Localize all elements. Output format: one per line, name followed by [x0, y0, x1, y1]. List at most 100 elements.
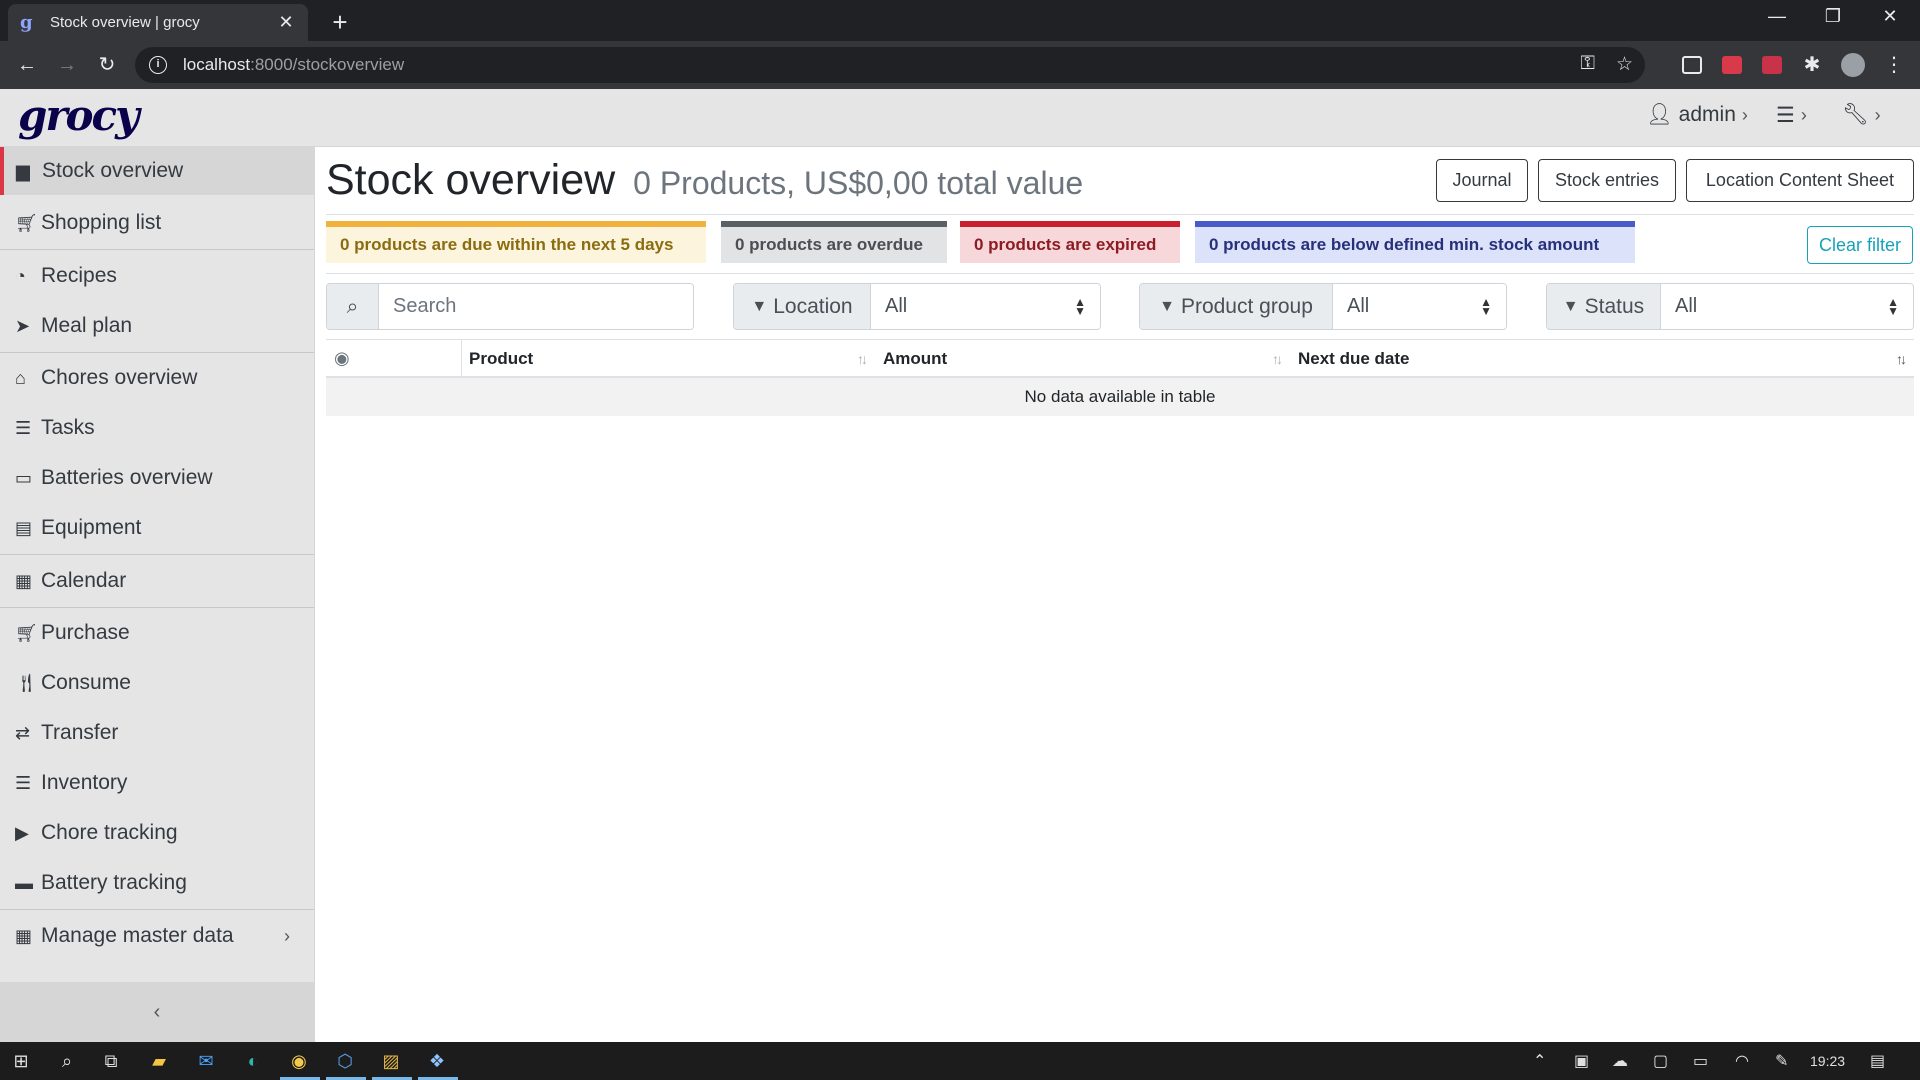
wifi-icon[interactable]: ◠: [1735, 1051, 1749, 1071]
search-group: ⌕: [326, 283, 694, 330]
column-header-product[interactable]: Product ↑↓: [461, 340, 875, 377]
search-input[interactable]: [379, 284, 693, 329]
car-battery-icon: ▬: [15, 872, 33, 893]
sidebar-item-purchase[interactable]: 🛒︎ Purchase: [0, 609, 314, 657]
clock[interactable]: 19:23: [1810, 1053, 1845, 1069]
windows-taskbar: ⊞ ⌕ ⧉ ▰ ✉ ◐ ◉ ⬡ ▨ ❖ ⌃ ▣ ☁ ▢ ▭ ◠ ✎ 19:23 …: [0, 1042, 1920, 1080]
user-menu[interactable]: 👤︎ admin ›: [1646, 103, 1748, 127]
minimize-icon[interactable]: —: [1757, 6, 1797, 27]
restore-icon[interactable]: ❐: [1813, 6, 1853, 27]
column-header-label: Next due date: [1298, 348, 1410, 368]
user-icon: 👤︎: [1646, 103, 1673, 126]
extensions-puzzle-icon[interactable]: ✱: [1798, 51, 1826, 79]
sliders-icon: ☰: [1776, 104, 1795, 127]
cart-plus-icon: 🛒︎: [15, 622, 38, 643]
profile-avatar-icon[interactable]: [1841, 53, 1865, 77]
sidebar-item-shopping-list[interactable]: 🛒︎ Shopping list: [0, 199, 314, 247]
sidebar-item-manage-master-data[interactable]: ▦ Manage master data ›: [0, 912, 314, 960]
tab-close-icon[interactable]: ✕: [276, 12, 296, 33]
box-icon: ▆: [16, 160, 30, 181]
sidebar-item-calendar[interactable]: ▦ Calendar: [0, 557, 314, 605]
exchange-icon: ⇄: [15, 722, 31, 743]
forward-icon[interactable]: →: [53, 51, 81, 79]
sidebar-item-stock-overview[interactable]: ▆ Stock overview: [0, 147, 314, 195]
site-info-icon[interactable]: i: [149, 56, 167, 74]
location-content-sheet-button[interactable]: Location Content Sheet: [1686, 159, 1914, 202]
sidebar-item-label: Chores overview: [41, 366, 198, 389]
sidebar-item-label: Shopping list: [41, 211, 162, 234]
journal-button[interactable]: Journal: [1436, 159, 1528, 202]
battery-icon[interactable]: ▭: [1693, 1051, 1708, 1071]
product-group-select[interactable]: All ▲ ▼: [1333, 284, 1506, 329]
sidebar-item-label: Calendar: [41, 569, 127, 592]
status-select-value: All: [1675, 295, 1698, 317]
sort-icon: ↑↓: [857, 350, 868, 367]
chevron-right-icon: ›: [1741, 104, 1748, 125]
column-visibility-toggle[interactable]: ◉: [326, 340, 461, 377]
3d-box-icon[interactable]: ⬡: [332, 1048, 358, 1074]
browser-toolbar: ← → ↻ i localhost:8000/stockoverview ⚿ ☆…: [0, 41, 1920, 89]
chevron-left-icon: ‹: [153, 1001, 161, 1023]
back-icon[interactable]: ←: [13, 51, 41, 79]
pocket-icon[interactable]: [1762, 56, 1782, 74]
app-bird-icon[interactable]: ❖: [424, 1048, 450, 1074]
mail-icon[interactable]: ✉: [193, 1048, 219, 1074]
search-icon[interactable]: ⌕: [54, 1048, 80, 1074]
browser-tab[interactable]: g Stock overview | grocy ✕: [8, 4, 308, 41]
sidebar-item-recipes[interactable]: ◔ Recipes: [0, 252, 314, 300]
status-select[interactable]: All ▲ ▼: [1661, 284, 1913, 329]
sidebar-item-chores-overview[interactable]: ⌂ Chores overview: [0, 354, 314, 402]
grocy-logo[interactable]: grocy: [18, 91, 139, 140]
column-header-next-due-date[interactable]: Next due date ↑↓: [1290, 340, 1914, 377]
grocy-favicon-icon: g: [20, 11, 33, 33]
tray-expand-icon[interactable]: ⌃: [1533, 1051, 1546, 1071]
settings-menu[interactable]: ☰ ›: [1776, 103, 1807, 128]
window-close-icon[interactable]: ✕: [1870, 6, 1910, 27]
file-explorer-icon[interactable]: ▰: [146, 1048, 172, 1074]
edge-icon[interactable]: ◐: [240, 1048, 266, 1074]
notes-app-icon[interactable]: ▨: [378, 1048, 404, 1074]
task-view-icon[interactable]: ⧉: [98, 1048, 124, 1074]
status-overdue[interactable]: 0 products are overdue: [721, 221, 947, 263]
status-below-min-stock[interactable]: 0 products are below defined min. stock …: [1195, 221, 1635, 263]
sidebar-item-inventory[interactable]: ☰ Inventory: [0, 759, 314, 807]
clear-filter-button[interactable]: Clear filter: [1807, 226, 1913, 264]
stock-entries-button[interactable]: Stock entries: [1538, 159, 1676, 202]
browser-menu-icon[interactable]: ⋮: [1880, 51, 1908, 79]
status-due-soon[interactable]: 0 products are due within the next 5 day…: [326, 221, 706, 263]
reader-mode-icon[interactable]: [1682, 56, 1702, 74]
sidebar-divider: [0, 352, 314, 353]
location-select[interactable]: All ▲ ▼: [871, 284, 1100, 329]
extension-red-icon[interactable]: [1722, 56, 1742, 74]
sidebar-item-transfer[interactable]: ⇄ Transfer: [0, 709, 314, 757]
chrome-icon[interactable]: ◉: [286, 1048, 312, 1074]
notifications-icon[interactable]: ▤: [1870, 1051, 1885, 1071]
sidebar-item-tasks[interactable]: ☰ Tasks: [0, 404, 314, 452]
sidebar-collapse-button[interactable]: ‹: [0, 982, 314, 1042]
pen-icon[interactable]: ✎: [1775, 1051, 1788, 1071]
table-icon: ▦: [15, 925, 33, 946]
status-label-text: Status: [1584, 294, 1645, 318]
sidebar-item-battery-tracking[interactable]: ▬ Battery tracking: [0, 859, 314, 907]
sidebar-item-equipment[interactable]: ▤ Equipment: [0, 504, 314, 552]
location-select-value: All: [885, 295, 908, 317]
column-header-amount[interactable]: Amount ↑↓: [875, 340, 1290, 377]
browser-tabstrip: g Stock overview | grocy ✕ + — ❐ ✕: [0, 0, 1920, 41]
meet-icon[interactable]: ▣: [1574, 1051, 1589, 1071]
onedrive-icon[interactable]: ☁: [1612, 1051, 1628, 1071]
reload-icon[interactable]: ↻: [93, 51, 121, 79]
windows-start-icon[interactable]: ⊞: [8, 1048, 34, 1074]
new-tab-button[interactable]: +: [326, 8, 354, 36]
bookmark-star-icon[interactable]: ☆: [1616, 53, 1633, 76]
address-bar[interactable]: i localhost:8000/stockoverview ⚿ ☆: [135, 47, 1645, 83]
sidebar-item-meal-plan[interactable]: ➤ Meal plan: [0, 302, 314, 350]
status-expired[interactable]: 0 products are expired: [960, 221, 1180, 263]
user-name: admin: [1678, 103, 1736, 126]
sidebar-item-batteries-overview[interactable]: ▭ Batteries overview: [0, 454, 314, 502]
tools-menu[interactable]: 🔧︎ ›: [1842, 103, 1881, 127]
recipes-icon: ◔: [15, 265, 26, 286]
tray-app-icon[interactable]: ▢: [1653, 1051, 1668, 1071]
key-icon[interactable]: ⚿: [1581, 53, 1595, 75]
sidebar-item-consume[interactable]: 🍴︎ Consume: [0, 659, 314, 707]
sidebar-item-chore-tracking[interactable]: ▶ Chore tracking: [0, 809, 314, 857]
